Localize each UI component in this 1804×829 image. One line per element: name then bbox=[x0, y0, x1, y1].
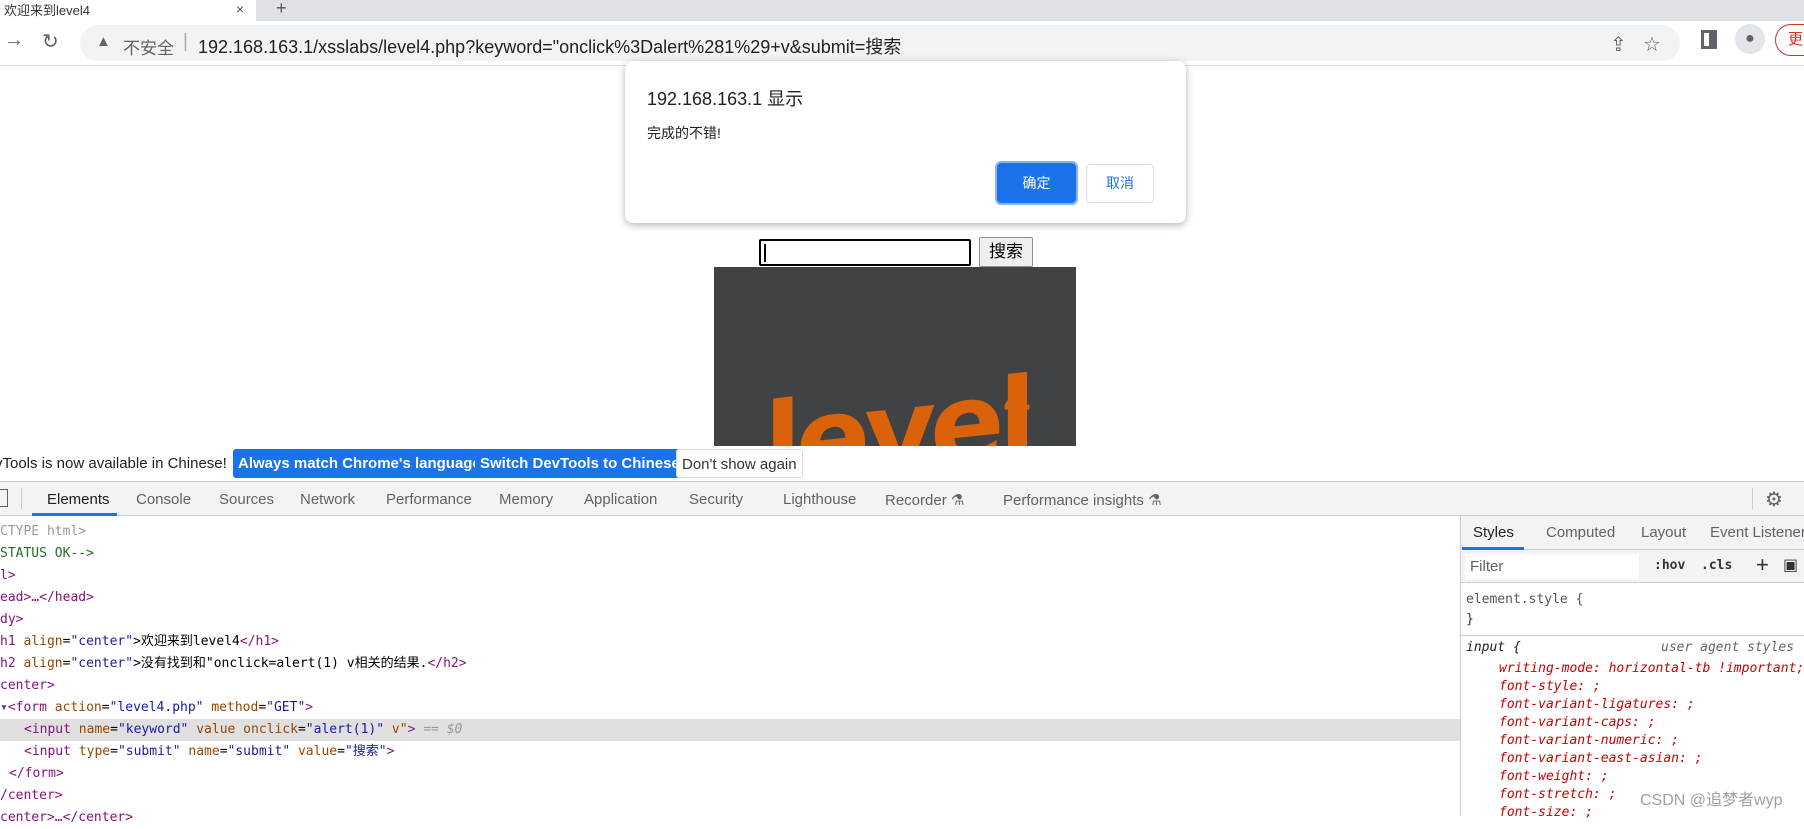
dom-comment[interactable]: STATUS OK--> bbox=[0, 543, 1460, 565]
search-button[interactable]: 搜索 bbox=[979, 237, 1033, 267]
address-bar[interactable]: ▲ 不安全 | 192.168.163.1/xsslabs/level4.php… bbox=[80, 25, 1680, 61]
tab-memory[interactable]: Memory bbox=[499, 491, 553, 508]
dialog-message: 完成的不错! bbox=[647, 125, 721, 141]
user-agent-label: user agent styles bbox=[1661, 640, 1795, 655]
new-rule-plus-icon[interactable]: + bbox=[1756, 552, 1769, 578]
tab-event-listeners[interactable]: Event Listeners bbox=[1710, 524, 1804, 541]
reload-icon[interactable]: ↻ bbox=[42, 29, 59, 54]
divider bbox=[1461, 635, 1804, 636]
dont-show-again-button[interactable]: Don't show again bbox=[676, 449, 803, 478]
device-toolbar-icon[interactable] bbox=[0, 489, 8, 507]
language-banner: vTools is now available in Chinese! Alwa… bbox=[0, 446, 1804, 481]
style-prop[interactable]: font-variant-caps: ; bbox=[1499, 715, 1656, 730]
divider: | bbox=[183, 31, 188, 52]
tab-network[interactable]: Network bbox=[300, 491, 355, 508]
dom-node[interactable]: </form> bbox=[0, 763, 1460, 785]
tab-strip: 欢迎来到level4 × + bbox=[0, 0, 1804, 21]
style-prop[interactable]: writing-mode: horizontal-tb !important; bbox=[1499, 661, 1804, 676]
flask-icon: ⚗ bbox=[1148, 492, 1162, 509]
dom-node[interactable]: dy> bbox=[0, 609, 1460, 631]
filter-row: Filter :hov .cls + ▣ bbox=[1461, 550, 1804, 583]
browser-tab[interactable]: 欢迎来到level4 bbox=[0, 0, 256, 21]
tab-security[interactable]: Security bbox=[689, 491, 743, 508]
paint-brush-icon[interactable]: ▣ bbox=[1783, 555, 1798, 575]
styles-pane: Styles Computed Layout Event Listeners F… bbox=[1460, 516, 1804, 820]
tab-performance-insights[interactable]: Performance insights ⚗ bbox=[1003, 491, 1162, 509]
ok-button[interactable]: 确定 bbox=[995, 161, 1078, 205]
dom-node[interactable]: ▾<form action="level4.php" method="GET"> bbox=[0, 697, 1460, 719]
forward-icon[interactable]: → bbox=[4, 29, 24, 52]
tab-title: 欢迎来到level4 bbox=[4, 3, 90, 18]
dom-node[interactable]: <input type="submit" name="submit" value… bbox=[0, 741, 1460, 763]
flask-icon: ⚗ bbox=[950, 492, 965, 509]
alert-dialog: 192.168.163.1 显示 完成的不错! 确定 取消 bbox=[625, 61, 1186, 223]
divider bbox=[1752, 488, 1753, 509]
cancel-button[interactable]: 取消 bbox=[1086, 164, 1154, 203]
dialog-title: 192.168.163.1 显示 bbox=[647, 89, 804, 109]
tab-application[interactable]: Application bbox=[584, 491, 657, 508]
watermark: CSDN @追梦者wyp bbox=[1640, 792, 1783, 809]
dom-node[interactable]: h2 align="center">没有找到和"onclick=alert(1)… bbox=[0, 653, 1460, 675]
image-logo-text: level bbox=[764, 353, 1031, 447]
warning-icon[interactable]: ▲ bbox=[96, 33, 111, 50]
rule-close: } bbox=[1466, 612, 1474, 627]
input-selector: input { bbox=[1466, 640, 1521, 655]
style-prop[interactable]: font-size: ; bbox=[1499, 805, 1593, 820]
image-logo-sup: 4 bbox=[1004, 374, 1030, 426]
style-prop[interactable]: font-stretch: ; bbox=[1499, 787, 1616, 802]
switch-devtools-chinese-button[interactable]: Switch DevTools to Chinese bbox=[475, 449, 685, 478]
divider bbox=[21, 488, 22, 509]
dom-node[interactable]: center> bbox=[0, 675, 1460, 697]
hov-toggle[interactable]: :hov bbox=[1654, 558, 1685, 573]
tab-label: Performance insights bbox=[1003, 492, 1144, 509]
url-text[interactable]: 192.168.163.1/xsslabs/level4.php?keyword… bbox=[198, 33, 901, 59]
dom-node[interactable]: h1 align="center">欢迎来到level4</h1> bbox=[0, 631, 1460, 653]
devtools-tabbar: Elements Console Sources Network Perform… bbox=[0, 481, 1804, 516]
always-match-language-button[interactable]: Always match Chrome's language bbox=[233, 449, 486, 478]
dom-node[interactable]: /center> bbox=[0, 785, 1460, 807]
keyword-input[interactable] bbox=[759, 239, 971, 266]
tab-styles[interactable]: Styles bbox=[1473, 524, 1514, 541]
tab-layout[interactable]: Layout bbox=[1641, 524, 1686, 541]
tab-recorder[interactable]: Recorder ⚗ bbox=[885, 491, 964, 509]
update-button[interactable]: 更 bbox=[1775, 24, 1804, 56]
tab-computed[interactable]: Computed bbox=[1546, 524, 1615, 541]
insecure-label: 不安全 bbox=[123, 39, 174, 58]
tab-sources[interactable]: Sources bbox=[219, 491, 274, 508]
style-prop[interactable]: font-variant-numeric: ; bbox=[1499, 733, 1679, 748]
cls-toggle[interactable]: .cls bbox=[1701, 558, 1732, 573]
style-prop[interactable]: font-weight: ; bbox=[1499, 769, 1609, 784]
style-prop[interactable]: font-variant-ligatures: ; bbox=[1499, 697, 1695, 712]
tab-performance[interactable]: Performance bbox=[386, 491, 472, 508]
profile-avatar-icon[interactable]: ● bbox=[1735, 24, 1765, 54]
share-icon[interactable]: ⇪ bbox=[1610, 32, 1627, 57]
tab-label: Recorder bbox=[885, 492, 947, 509]
banner-text: vTools is now available in Chinese! bbox=[0, 455, 227, 472]
dom-node[interactable]: CTYPE html> bbox=[0, 521, 1460, 543]
style-prop[interactable]: font-variant-east-asian: ; bbox=[1499, 751, 1703, 766]
element-style-selector: element.style { bbox=[1466, 592, 1584, 607]
settings-gear-icon[interactable]: ⚙ bbox=[1765, 487, 1783, 512]
elements-tree: CTYPE html> STATUS OK--> l> ead>…</head>… bbox=[0, 516, 1460, 825]
style-prop[interactable]: font-style: ; bbox=[1499, 679, 1601, 694]
tab-console[interactable]: Console bbox=[136, 491, 191, 508]
close-tab-icon[interactable]: × bbox=[236, 1, 244, 17]
styles-filter-input[interactable]: Filter bbox=[1465, 554, 1639, 579]
level4-image: level 4 bbox=[714, 267, 1076, 447]
tab-elements[interactable]: Elements bbox=[47, 491, 110, 508]
tab-lighthouse[interactable]: Lighthouse bbox=[783, 491, 856, 508]
selected-dom-node[interactable]: <input name="keyword" value onclick="ale… bbox=[0, 719, 1460, 741]
browser-toolbar: → ↻ ▲ 不安全 | 192.168.163.1/xsslabs/level4… bbox=[0, 21, 1804, 66]
side-panel-icon[interactable] bbox=[1701, 30, 1717, 49]
expand-triangle-icon: ▾ bbox=[0, 700, 8, 715]
new-tab-icon[interactable]: + bbox=[276, 0, 287, 19]
styles-tabbar: Styles Computed Layout Event Listeners bbox=[1461, 516, 1804, 550]
dom-node[interactable]: l> bbox=[0, 565, 1460, 587]
dom-node[interactable]: center>…</center> bbox=[0, 807, 1460, 829]
bookmark-star-icon[interactable]: ☆ bbox=[1643, 32, 1661, 57]
dom-node[interactable]: ead>…</head> bbox=[0, 587, 1460, 609]
